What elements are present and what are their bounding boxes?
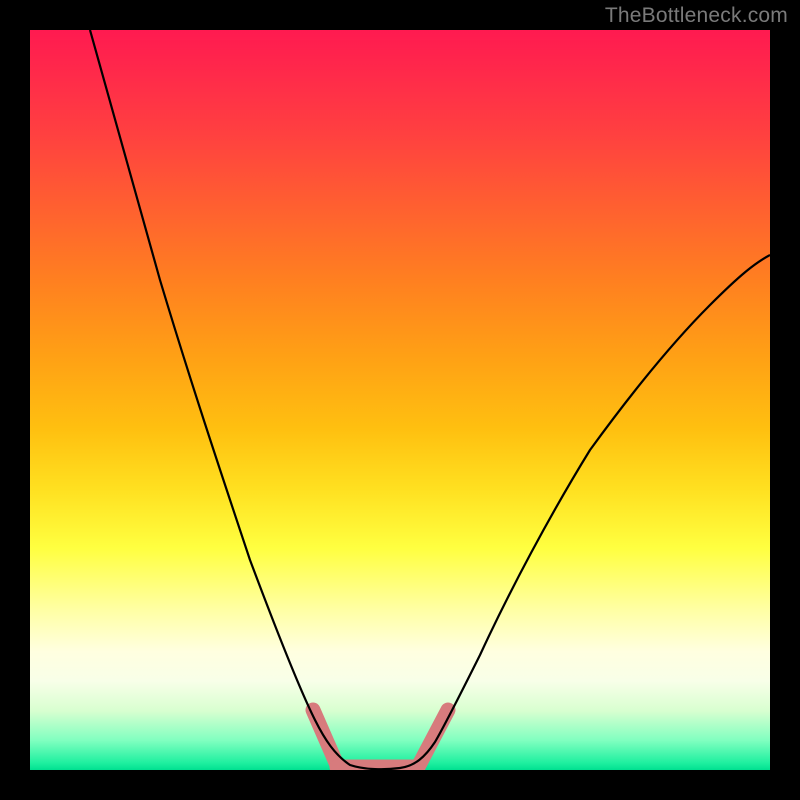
bottleneck-curve [90,30,770,769]
watermark-text: TheBottleneck.com [605,4,788,28]
chart-plot-area [30,30,770,770]
chart-svg [30,30,770,770]
highlight-group [313,710,448,767]
chart-outer-frame: TheBottleneck.com [0,0,800,800]
